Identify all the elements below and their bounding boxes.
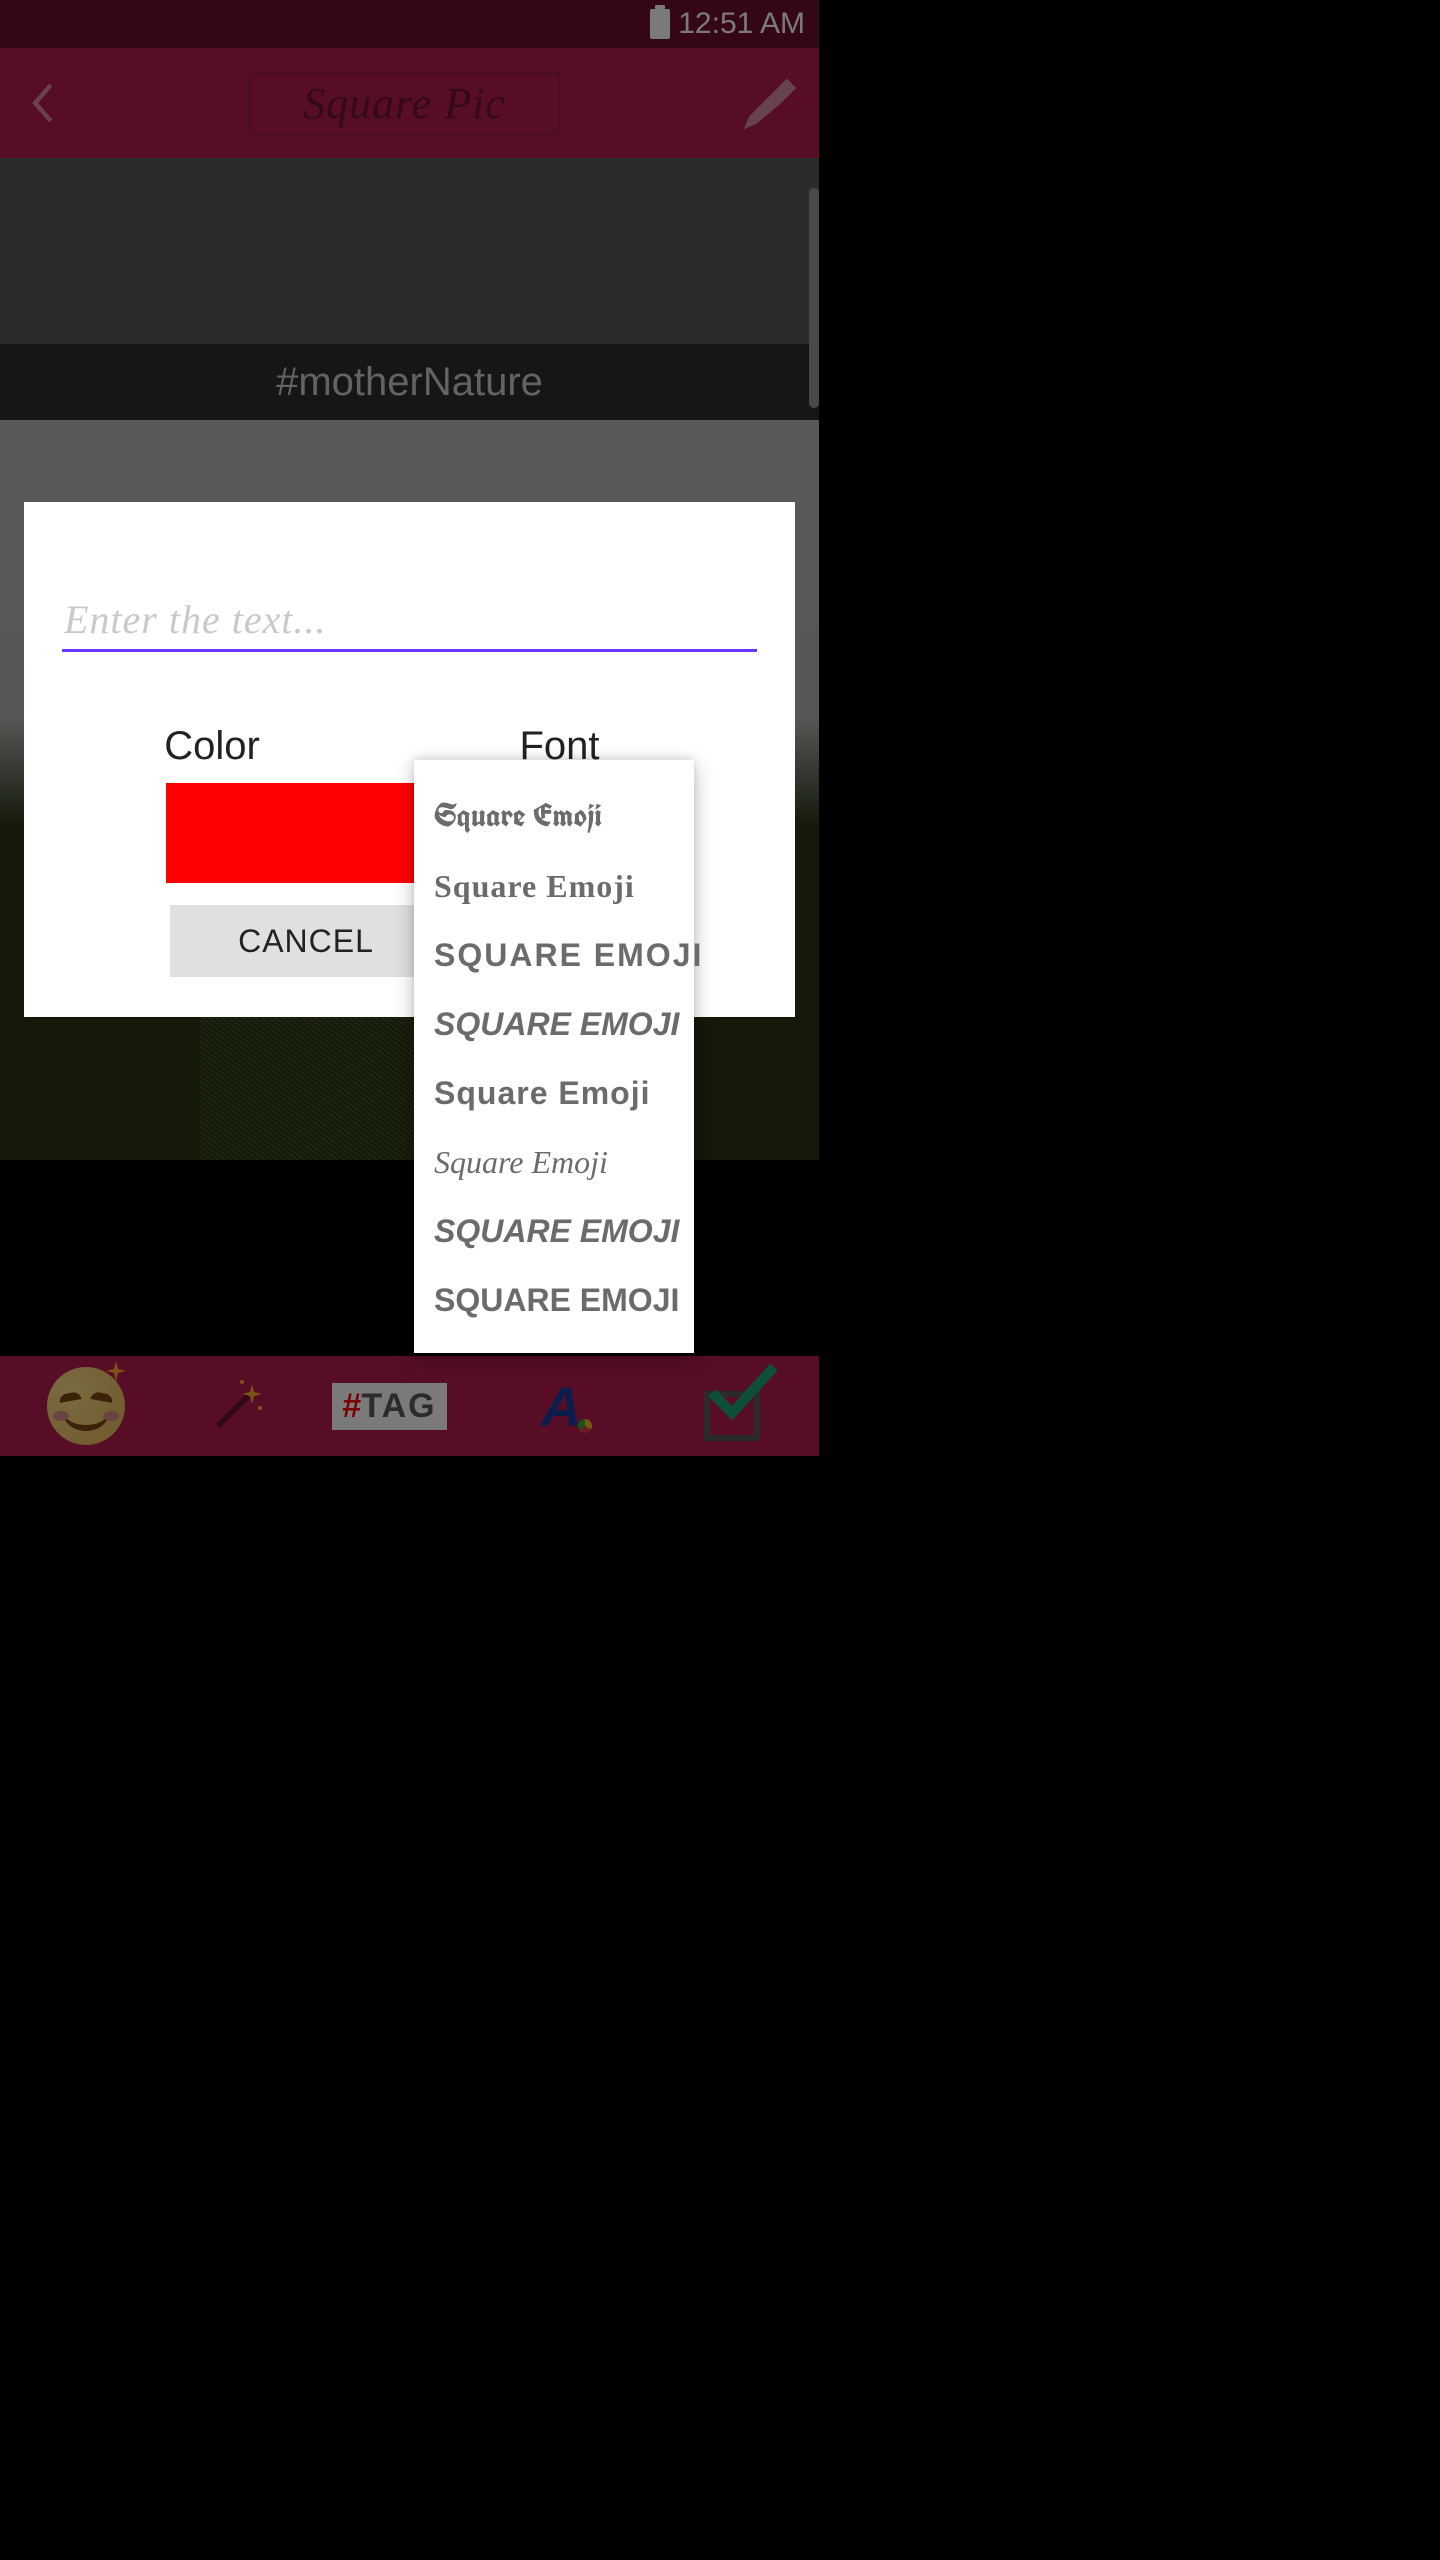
font-option[interactable]: Square Emoji xyxy=(414,1059,694,1128)
font-option[interactable]: SQUARE EMOJI xyxy=(414,1197,694,1266)
font-option[interactable]: Square Emoji xyxy=(414,852,694,921)
font-dropdown: Square Emoji Square Emoji SQUARE EMOJI S… xyxy=(414,760,694,1353)
color-label: Color xyxy=(62,724,362,769)
font-option[interactable]: Square Emoji xyxy=(414,778,694,852)
cancel-button[interactable]: CANCEL xyxy=(170,905,442,977)
color-swatch[interactable] xyxy=(166,783,438,883)
font-option[interactable]: SQUARE EMOJI xyxy=(414,1266,694,1335)
screen: 12:51 AM Square Pic #motherNature xyxy=(0,0,819,1456)
font-option[interactable]: SQUARE EMOJI xyxy=(414,990,694,1059)
font-option[interactable]: SQUARE EMOJI xyxy=(414,921,694,990)
text-input[interactable] xyxy=(62,590,757,652)
font-option[interactable]: Square Emoji xyxy=(414,1128,694,1197)
